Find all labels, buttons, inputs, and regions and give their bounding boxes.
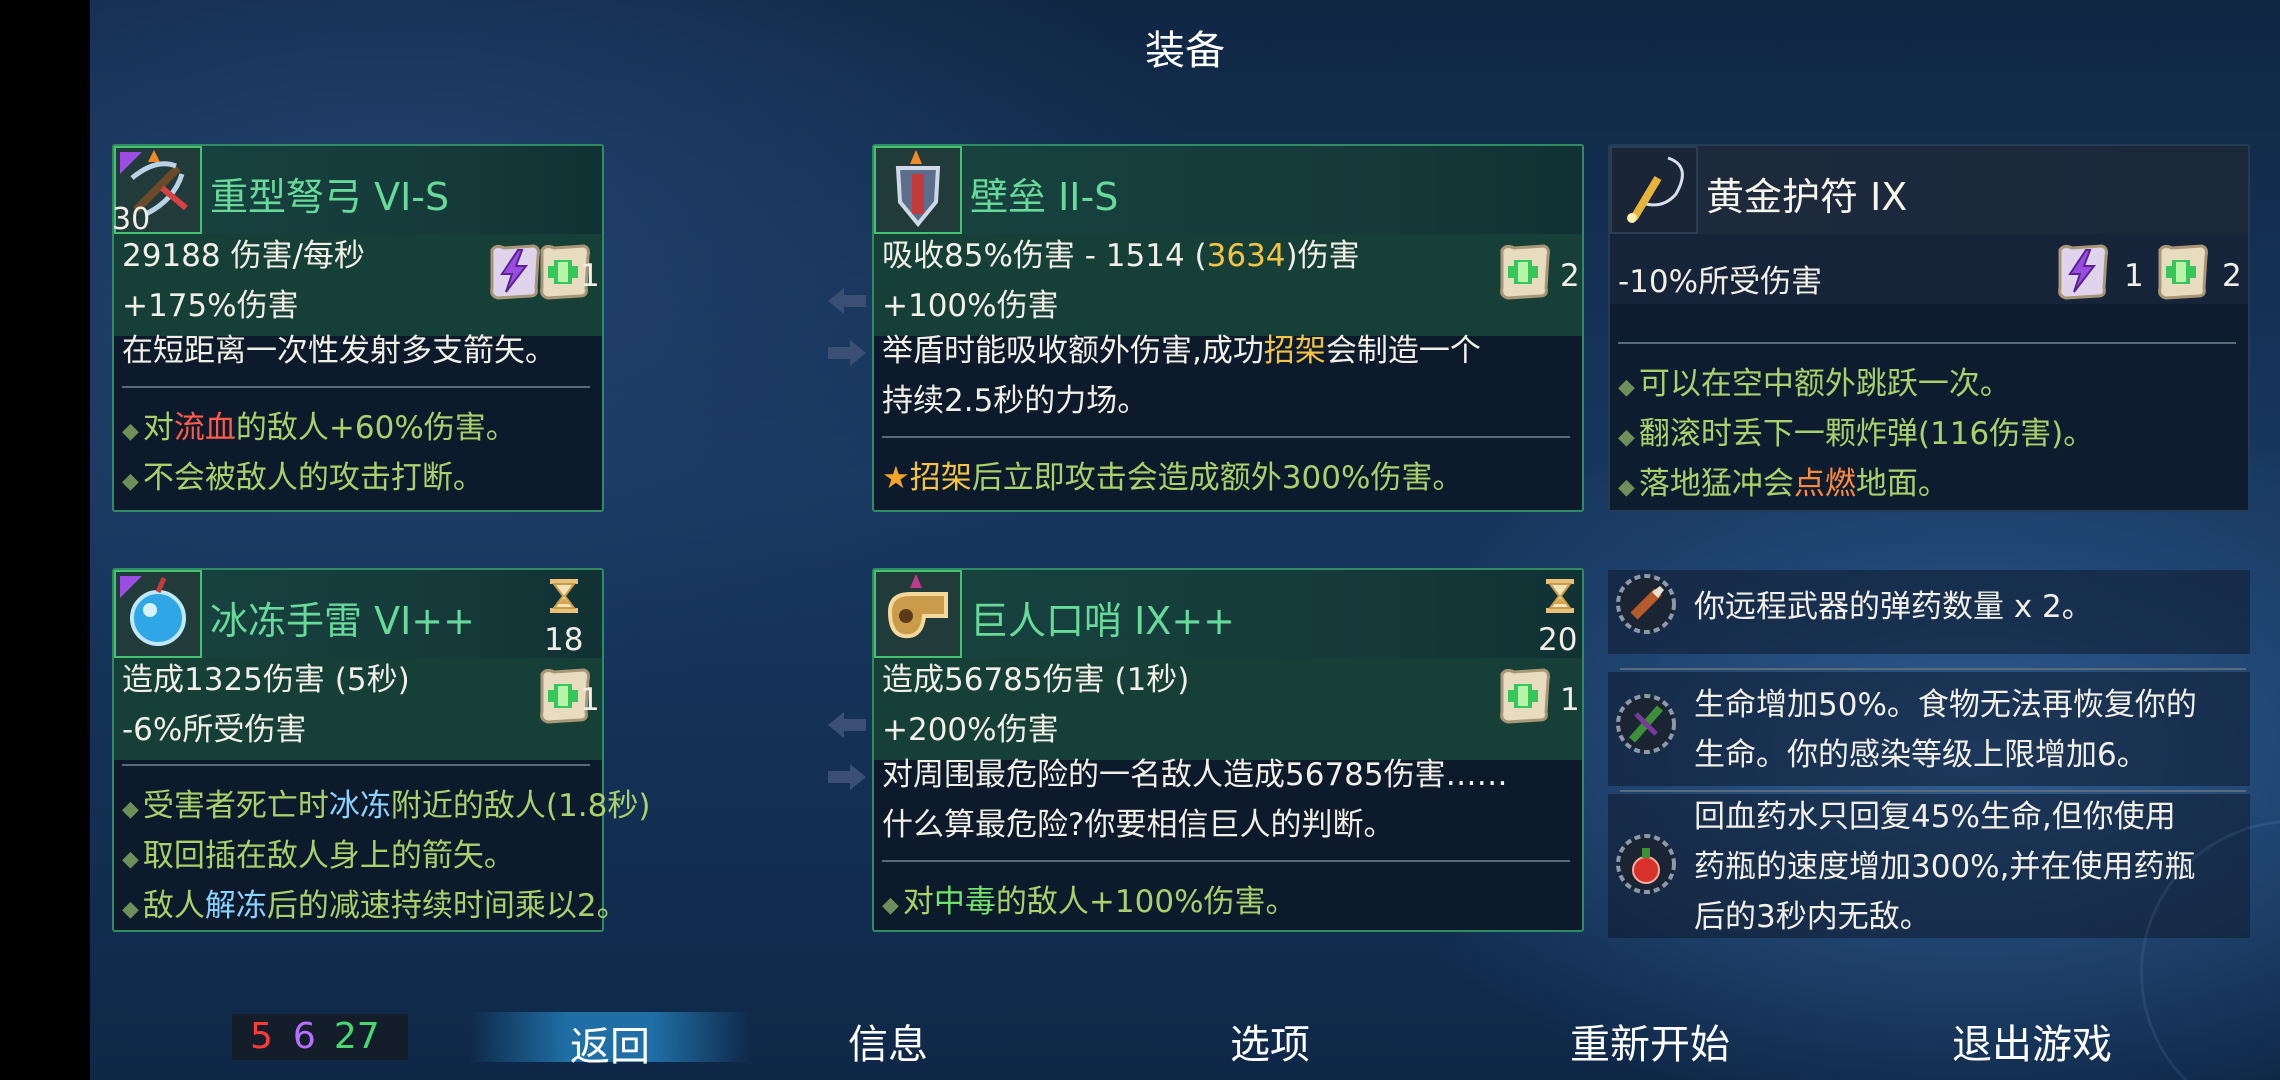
item-description-line: 举盾时能吸收额外伤害,成功招架会制造一个 [882, 333, 1481, 369]
ice-grenade-icon [114, 570, 202, 658]
mutation-text: 生命。你的感染等级上限增加6。 [1694, 737, 2148, 773]
scroll-survival-count: 2 [2222, 258, 2242, 294]
divider [882, 436, 1570, 438]
stat-damage: 造成1325伤害 (5秒) [122, 662, 410, 698]
cooldown-seconds: 20 [1538, 622, 1578, 658]
menu-info-button[interactable]: 信息 [848, 1012, 928, 1070]
scroll-tactics-icon [2050, 240, 2112, 302]
cooldown-hourglass-icon [1540, 576, 1580, 616]
stat-damage: 造成56785伤害 (1秒) [882, 662, 1190, 698]
affix-line: ◆ 对流血的敌人+60%伤害。 [122, 410, 517, 446]
skill-panel-giant-whistle[interactable]: 巨人口哨 IX++ 20 造成56785伤害 (1秒) +200%伤害 1 对周… [872, 568, 1584, 932]
scroll-counter: 5 6 27 [232, 1014, 408, 1060]
item-description: 在短距离一次性发射多支箭矢。 [122, 333, 556, 369]
menu-quit-button[interactable]: 退出游戏 [1952, 1012, 2112, 1070]
amulet-panel[interactable]: 黄金护符 IX -10%所受伤害 1 2 ◆ 可以在空中额外跳跃一次。 ◆ 翻滚时丢… [1608, 144, 2250, 512]
divider [122, 764, 590, 766]
stat-damage-bonus: +175%伤害 [122, 288, 299, 324]
affix-line-legendary: ★招架后立即攻击会造成额外300%伤害。 [882, 460, 1464, 496]
stat-dps: 29188 伤害/每秒 [122, 238, 365, 274]
divider [882, 860, 1570, 862]
item-name: 冰冻手雷 VI++ [210, 599, 475, 643]
stat-damage-reduction: -10%所受伤害 [1618, 264, 1823, 300]
brutality-count: 5 [250, 1016, 273, 1057]
stat-damage-bonus: +200%伤害 [882, 712, 1059, 748]
cooldown-seconds: 18 [544, 622, 584, 658]
scroll-survival-count: 1 [1560, 682, 1580, 718]
weapon-panel-rampart[interactable]: 壁垒 II-S 吸收85%伤害 - 1514 (3634)伤害 +100%伤害 … [872, 144, 1584, 512]
affix-line: ◆ 可以在空中额外跳跃一次。 [1618, 366, 2011, 402]
inventory-screen: 装备 30 重型弩弓 VI-S 29188 伤害/每秒 +175%伤害 1 1 … [90, 0, 2280, 1080]
necromancy-mutation-icon [1616, 694, 1676, 754]
stat-damage-bonus: +100%伤害 [882, 288, 1059, 324]
affix-line: ◆ 落地猛冲会点燃地面。 [1618, 466, 1949, 502]
affix-line: ◆ 取回插在敌人身上的箭矢。 [122, 838, 515, 874]
scroll-tactics-count: 1 [2124, 258, 2144, 294]
weapon-panel-crossbow[interactable]: 30 重型弩弓 VI-S 29188 伤害/每秒 +175%伤害 1 1 在短距… [112, 144, 604, 512]
mutation-text: 回血药水只回复45%生命,但你使用 [1694, 799, 2176, 835]
item-description-line: 持续2.5秒的力场。 [882, 383, 1149, 419]
swap-arrow-left-icon[interactable] [826, 710, 868, 740]
menu-restart-button[interactable]: 重新开始 [1570, 1012, 1730, 1070]
potion-mutation-icon [1616, 834, 1676, 894]
item-name: 壁垒 II-S [970, 175, 1119, 219]
affix-line: ◆ 翻滚时丢下一颗炸弹(116伤害)。 [1618, 416, 2095, 452]
stat-absorb: 吸收85%伤害 - 1514 (3634)伤害 [882, 238, 1360, 274]
mutation-text: 后的3秒内无敌。 [1694, 899, 1931, 935]
mutation-text: 你远程武器的弹药数量 x 2。 [1694, 589, 2093, 625]
whistle-icon [874, 570, 962, 658]
scroll-survival-icon [1492, 240, 1554, 302]
item-description-line: 对周围最危险的一名敌人造成56785伤害…… [882, 757, 1508, 793]
divider [1620, 668, 2246, 670]
item-description-line: 什么算最危险?你要相信巨人的判断。 [882, 807, 1395, 843]
menu-back-button[interactable]: 返回 [470, 1012, 750, 1070]
item-name: 巨人口哨 IX++ [970, 599, 1235, 643]
ammo-mutation-icon [1616, 574, 1676, 634]
divider [1618, 342, 2236, 344]
affix-line: ◆ 不会被敌人的攻击打断。 [122, 460, 484, 496]
mutation-text: 生命增加50%。食物无法再恢复你的 [1694, 687, 2197, 723]
divider [122, 386, 590, 388]
item-name: 重型弩弓 VI-S [210, 175, 450, 219]
affix-line: ◆ 敌人解冻后的减速持续时间乘以2。 [122, 888, 628, 924]
stat-damage-reduction: -6%所受伤害 [122, 712, 307, 748]
menu-options-button[interactable]: 选项 [1230, 1012, 1310, 1070]
scroll-survival-icon [2150, 240, 2212, 302]
mutation-text: 药瓶的速度增加300%,并在使用药瓶 [1694, 849, 2196, 885]
scroll-survival-count: 1 [580, 682, 600, 718]
affix-line: ◆ 对中毒的敌人+100%伤害。 [882, 884, 1297, 920]
swap-arrow-right-icon[interactable] [826, 762, 868, 792]
item-name: 黄金护符 IX [1706, 175, 1908, 219]
scroll-survival-count: 1 [580, 258, 600, 294]
swap-arrow-right-icon[interactable] [826, 338, 868, 368]
swap-arrow-left-icon[interactable] [826, 286, 868, 316]
skill-panel-ice-grenade[interactable]: 冰冻手雷 VI++ 18 造成1325伤害 (5秒) -6%所受伤害 1 ◆ 受害… [112, 568, 650, 932]
star-icon: ★ [882, 460, 910, 496]
scroll-survival-count: 2 [1560, 258, 1580, 294]
screen-title: 装备 [1145, 28, 1225, 74]
cooldown-hourglass-icon [544, 576, 584, 616]
shield-icon [874, 146, 962, 234]
survival-count: 27 [333, 1016, 380, 1057]
scroll-survival-icon [1492, 664, 1554, 726]
amulet-icon [1610, 146, 1698, 234]
tactics-count: 6 [292, 1016, 316, 1057]
affix-line: ◆ 受害者死亡时冰冻附近的敌人(1.8秒) [122, 788, 651, 824]
